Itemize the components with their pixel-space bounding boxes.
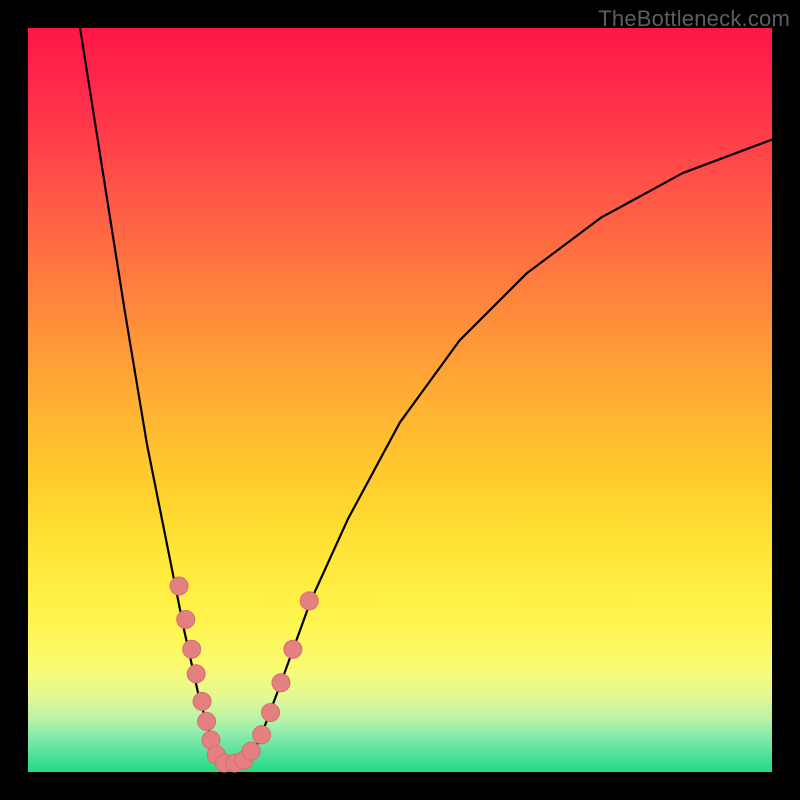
chart-container: TheBottleneck.com [0, 0, 800, 800]
gradient-background [28, 28, 772, 772]
watermark-text: TheBottleneck.com [598, 6, 790, 32]
